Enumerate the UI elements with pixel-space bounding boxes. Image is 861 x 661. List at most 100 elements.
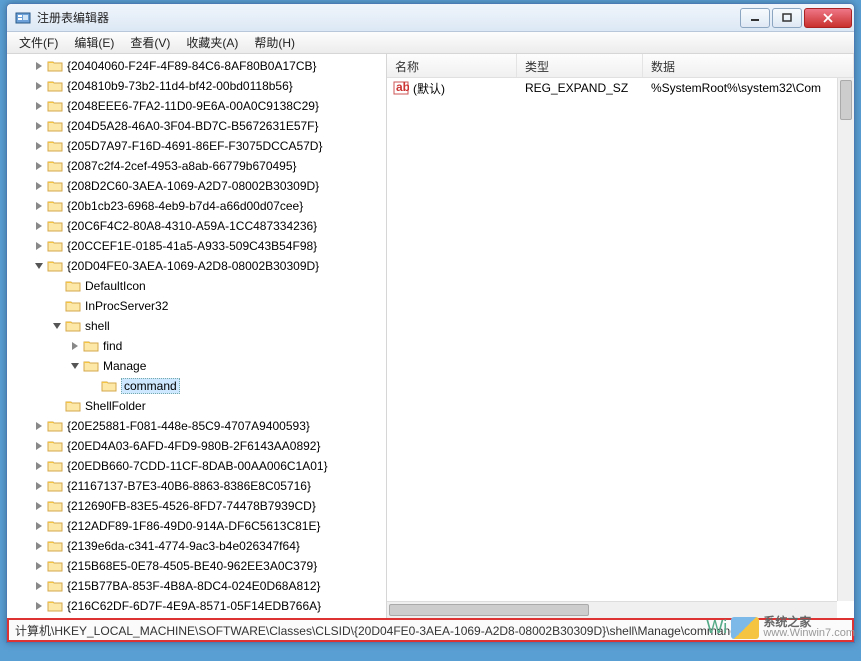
tree-toggle-icon[interactable] bbox=[33, 460, 45, 472]
column-name[interactable]: 名称 bbox=[387, 54, 517, 77]
tree-toggle-icon[interactable] bbox=[33, 240, 45, 252]
window-buttons bbox=[738, 8, 852, 28]
tree-node[interactable]: {21167137-B7E3-40B6-8863-8386E8C05716} bbox=[7, 476, 386, 496]
tree-node-label: {215B77BA-853F-4B8A-8DC4-024E0D68A812} bbox=[67, 579, 321, 593]
tree-node[interactable]: {20ED4A03-6AFD-4FD9-980B-2F6143AA0892} bbox=[7, 436, 386, 456]
value-row[interactable]: ab (默认) REG_EXPAND_SZ %SystemRoot%\syste… bbox=[387, 78, 854, 98]
tree-toggle-icon[interactable] bbox=[33, 520, 45, 532]
tree-node-label: shell bbox=[85, 319, 110, 333]
tree-node[interactable]: {20CCEF1E-0185-41a5-A933-509C43B54F98} bbox=[7, 236, 386, 256]
tree-node[interactable]: {208D2C60-3AEA-1069-A2D7-08002B30309D} bbox=[7, 176, 386, 196]
tree-toggle-icon[interactable] bbox=[33, 260, 45, 272]
tree-toggle-icon[interactable] bbox=[51, 300, 63, 312]
tree-toggle-icon[interactable] bbox=[33, 160, 45, 172]
tree-node[interactable]: InProcServer32 bbox=[7, 296, 386, 316]
folder-icon bbox=[47, 139, 63, 153]
tree-toggle-icon[interactable] bbox=[33, 600, 45, 612]
folder-icon bbox=[47, 599, 63, 613]
tree-toggle-icon[interactable] bbox=[33, 500, 45, 512]
folder-icon bbox=[47, 219, 63, 233]
list-scrollbar-v[interactable] bbox=[837, 78, 854, 601]
tree-node[interactable]: {20b1cb23-6968-4eb9-b7d4-a66d00d07cee} bbox=[7, 196, 386, 216]
list-scrollbar-h[interactable] bbox=[387, 601, 837, 618]
tree-node-label: InProcServer32 bbox=[85, 299, 168, 313]
tree-node[interactable]: {212690FB-83E5-4526-8FD7-74478B7939CD} bbox=[7, 496, 386, 516]
column-data[interactable]: 数据 bbox=[643, 54, 854, 77]
tree-node[interactable]: {204D5A28-46A0-3F04-BD7C-B5672631E57F} bbox=[7, 116, 386, 136]
tree-node-label: DefaultIcon bbox=[85, 279, 146, 293]
folder-icon bbox=[47, 579, 63, 593]
tree-node[interactable]: {204810b9-73b2-11d4-bf42-00bd0118b56} bbox=[7, 76, 386, 96]
tree-toggle-icon[interactable] bbox=[33, 560, 45, 572]
tree-toggle-icon[interactable] bbox=[33, 440, 45, 452]
menu-file[interactable]: 文件(F) bbox=[11, 32, 66, 53]
tree-node[interactable]: {215B77BA-853F-4B8A-8DC4-024E0D68A812} bbox=[7, 576, 386, 596]
column-type[interactable]: 类型 bbox=[517, 54, 643, 77]
value-data: %SystemRoot%\system32\Com bbox=[643, 81, 854, 95]
titlebar[interactable]: 注册表编辑器 bbox=[7, 4, 854, 32]
tree-toggle-icon[interactable] bbox=[33, 480, 45, 492]
tree-toggle-icon[interactable] bbox=[51, 400, 63, 412]
folder-icon bbox=[65, 299, 81, 313]
minimize-button[interactable] bbox=[740, 8, 770, 28]
list-pane: 名称 类型 数据 ab (默认) REG_EXPAND_SZ %SystemRo… bbox=[387, 54, 854, 618]
tree-node[interactable]: shell bbox=[7, 316, 386, 336]
list-body[interactable]: ab (默认) REG_EXPAND_SZ %SystemRoot%\syste… bbox=[387, 78, 854, 618]
menu-view[interactable]: 查看(V) bbox=[122, 32, 178, 53]
tree-node[interactable]: {20C6F4C2-80A8-4310-A59A-1CC487334236} bbox=[7, 216, 386, 236]
close-button[interactable] bbox=[804, 8, 852, 28]
tree-toggle-icon[interactable] bbox=[33, 180, 45, 192]
tree-toggle-icon[interactable] bbox=[87, 380, 99, 392]
tree-node[interactable]: Manage bbox=[7, 356, 386, 376]
menu-edit[interactable]: 编辑(E) bbox=[66, 32, 122, 53]
tree-toggle-icon[interactable] bbox=[69, 360, 81, 372]
folder-icon bbox=[47, 99, 63, 113]
tree-node[interactable]: DefaultIcon bbox=[7, 276, 386, 296]
tree-node[interactable]: {20D04FE0-3AEA-1069-A2D8-08002B30309D} bbox=[7, 256, 386, 276]
tree-toggle-icon[interactable] bbox=[33, 200, 45, 212]
tree-toggle-icon[interactable] bbox=[33, 120, 45, 132]
tree-toggle-icon[interactable] bbox=[69, 340, 81, 352]
tree-toggle-icon[interactable] bbox=[33, 140, 45, 152]
folder-icon bbox=[47, 119, 63, 133]
menu-help[interactable]: 帮助(H) bbox=[246, 32, 303, 53]
tree-node[interactable]: {205D7A97-F16D-4691-86EF-F3075DCCA57D} bbox=[7, 136, 386, 156]
tree-toggle-icon[interactable] bbox=[33, 220, 45, 232]
folder-icon bbox=[47, 199, 63, 213]
content-area: {20404060-F24F-4F89-84C6-8AF80B0A17CB}{2… bbox=[7, 54, 854, 618]
statusbar-path: 计算机\HKEY_LOCAL_MACHINE\SOFTWARE\Classes\… bbox=[7, 618, 854, 642]
folder-icon bbox=[65, 279, 81, 293]
tree-node[interactable]: find bbox=[7, 336, 386, 356]
tree-node-label: {20E25881-F081-448e-85C9-4707A9400593} bbox=[67, 419, 310, 433]
tree-node-label: {216C62DF-6D7F-4E9A-8571-05F14EDB766A} bbox=[67, 599, 321, 613]
tree-node[interactable]: {216C62DF-6D7F-4E9A-8571-05F14EDB766A} bbox=[7, 596, 386, 616]
tree-node-label: {205D7A97-F16D-4691-86EF-F3075DCCA57D} bbox=[67, 139, 322, 153]
tree-toggle-icon[interactable] bbox=[33, 80, 45, 92]
tree-node[interactable]: {2048EEE6-7FA2-11D0-9E6A-00A0C9138C29} bbox=[7, 96, 386, 116]
current-path: 计算机\HKEY_LOCAL_MACHINE\SOFTWARE\Classes\… bbox=[15, 622, 737, 639]
registry-editor-window: 注册表编辑器 文件(F) 编辑(E) 查看(V) 收藏夹(A) 帮助(H) {2… bbox=[6, 3, 855, 643]
tree-toggle-icon[interactable] bbox=[51, 280, 63, 292]
tree-scroll[interactable]: {20404060-F24F-4F89-84C6-8AF80B0A17CB}{2… bbox=[7, 54, 386, 618]
app-icon bbox=[15, 10, 31, 26]
tree-toggle-icon[interactable] bbox=[51, 320, 63, 332]
tree-node-label: {208D2C60-3AEA-1069-A2D7-08002B30309D} bbox=[67, 179, 319, 193]
tree-node[interactable]: ShellFolder bbox=[7, 396, 386, 416]
tree-node[interactable]: {20404060-F24F-4F89-84C6-8AF80B0A17CB} bbox=[7, 56, 386, 76]
tree-node[interactable]: {2087c2f4-2cef-4953-a8ab-66779b670495} bbox=[7, 156, 386, 176]
tree-node[interactable]: command bbox=[7, 376, 386, 396]
tree-node[interactable]: {215B68E5-0E78-4505-BE40-962EE3A0C379} bbox=[7, 556, 386, 576]
tree-node[interactable]: {20E25881-F081-448e-85C9-4707A9400593} bbox=[7, 416, 386, 436]
tree-node-label: Manage bbox=[103, 359, 146, 373]
tree-toggle-icon[interactable] bbox=[33, 580, 45, 592]
menu-favorites[interactable]: 收藏夹(A) bbox=[178, 32, 246, 53]
tree-toggle-icon[interactable] bbox=[33, 540, 45, 552]
tree-node[interactable]: {2139e6da-c341-4774-9ac3-b4e026347f64} bbox=[7, 536, 386, 556]
tree-toggle-icon[interactable] bbox=[33, 420, 45, 432]
value-type: REG_EXPAND_SZ bbox=[517, 81, 643, 95]
tree-node[interactable]: {20EDB660-7CDD-11CF-8DAB-00AA006C1A01} bbox=[7, 456, 386, 476]
tree-toggle-icon[interactable] bbox=[33, 100, 45, 112]
tree-toggle-icon[interactable] bbox=[33, 60, 45, 72]
maximize-button[interactable] bbox=[772, 8, 802, 28]
tree-node[interactable]: {212ADF89-1F86-49D0-914A-DF6C5613C81E} bbox=[7, 516, 386, 536]
